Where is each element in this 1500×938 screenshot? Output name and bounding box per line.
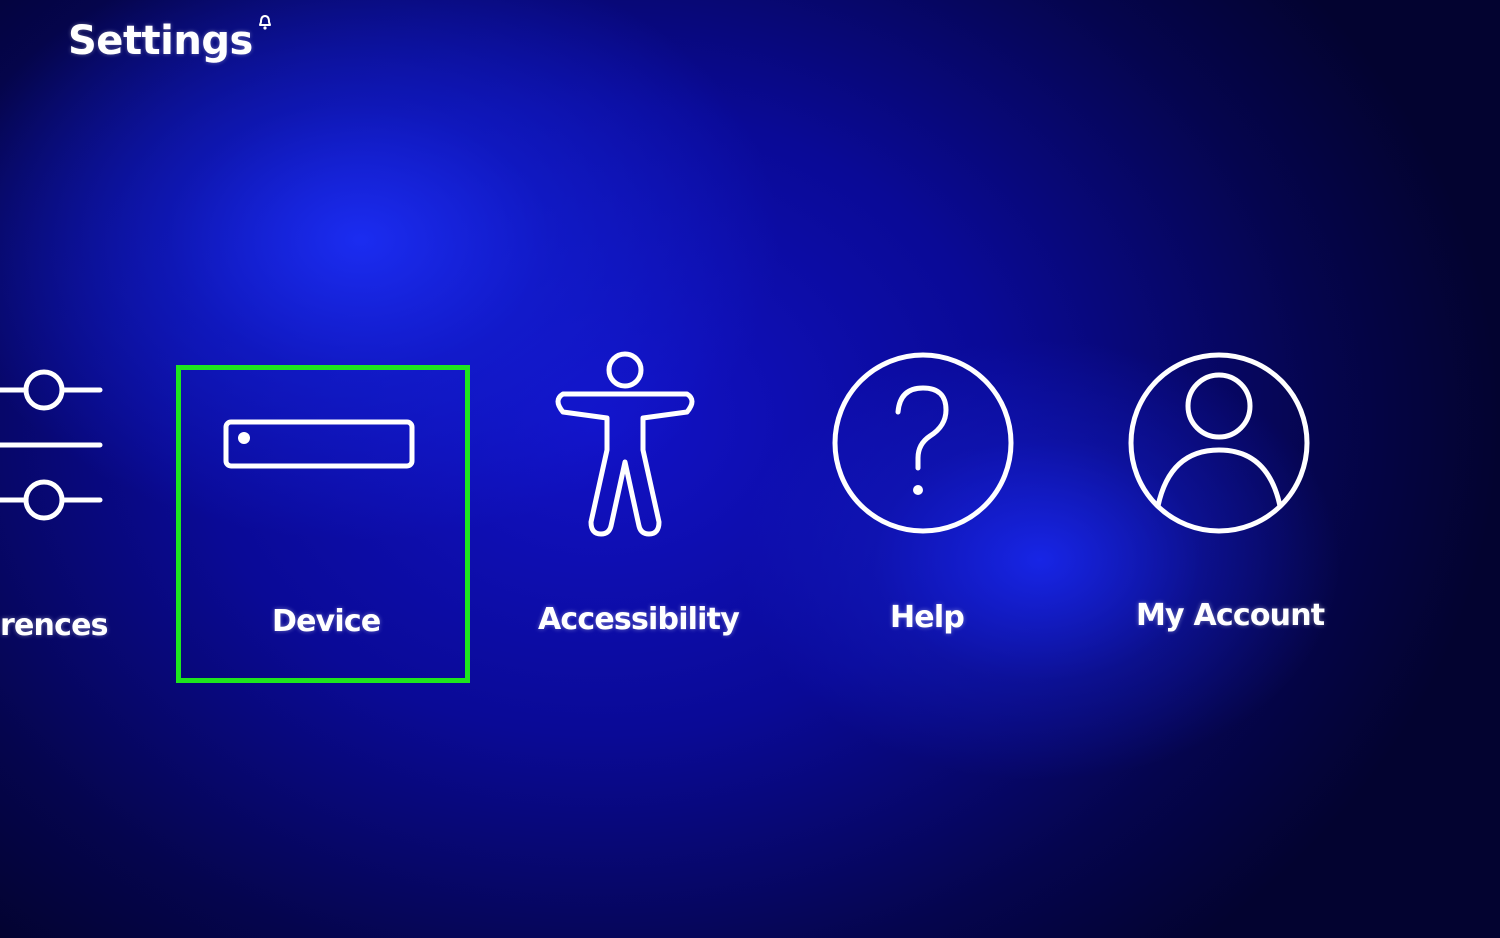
menu-item-label: rences <box>0 608 108 643</box>
sliders-icon <box>0 369 103 521</box>
bell-icon <box>258 15 271 30</box>
header: Settings <box>68 15 273 64</box>
help-icon <box>832 352 1014 534</box>
menu-item-label: Accessibility <box>538 602 740 637</box>
device-icon <box>223 419 415 469</box>
accessibility-icon <box>555 351 695 537</box>
menu-item-label: Device <box>272 604 381 639</box>
page-title: Settings <box>68 18 253 64</box>
account-icon <box>1128 352 1310 534</box>
menu-item-label: Help <box>890 600 965 635</box>
menu-item-label: My Account <box>1136 598 1325 633</box>
